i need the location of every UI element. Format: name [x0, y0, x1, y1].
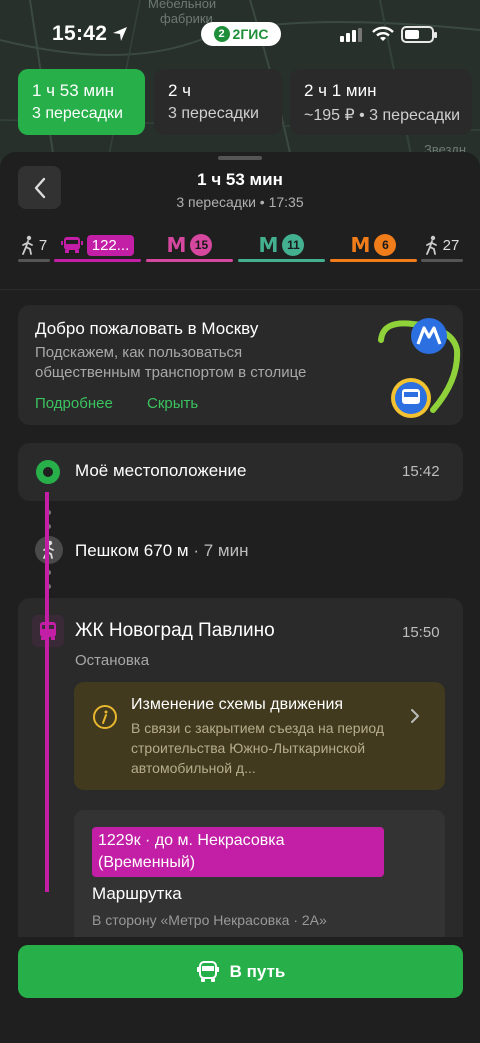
route-vehicle-type: Маршрутка [92, 884, 182, 903]
route-option-2[interactable]: 2 ч 3 пересадки [154, 69, 282, 135]
location-arrow-icon [113, 27, 127, 41]
walk-distance: Пешком 670 м · 7 мин [75, 541, 248, 561]
start-location-label: Моё местоположение [75, 461, 247, 480]
route-option-time: 1 ч 53 мин [32, 81, 114, 100]
chevron-right-icon [411, 709, 419, 723]
current-location-icon [36, 460, 60, 484]
metro-icon: М [350, 233, 371, 257]
walk-duration: · 7 мин [188, 541, 249, 560]
start-location-row[interactable]: Моё местоположение 15:42 [18, 443, 463, 501]
walk-icon [35, 536, 63, 564]
route-option-3[interactable]: 2 ч 1 мин ~195 ₽ • 3 пересадки [290, 69, 472, 135]
wifi-icon [372, 26, 394, 41]
info-icon [93, 705, 117, 729]
welcome-hide-link[interactable]: Скрыть [147, 395, 198, 412]
walk-label: Пешком 670 м [75, 541, 189, 560]
go-button-label: В путь [229, 961, 286, 981]
metro-line-number: 11 [282, 234, 305, 256]
route-option-time: 2 ч [168, 81, 192, 100]
stop-name: ЖК Новоград Павлино [75, 620, 275, 641]
route-line [45, 492, 49, 892]
cellular-signal-icon [340, 28, 362, 42]
leg-metro-15: М 15 [146, 228, 233, 262]
divider [0, 289, 480, 290]
moscow-transport-illustration [378, 318, 461, 418]
route-legs-strip[interactable]: 7 122... М 15 М 11 М 6 27 [0, 228, 480, 264]
leg-walk: 7 [18, 228, 50, 262]
stop-time: 15:50 [402, 624, 440, 641]
status-time: 15:42 [52, 22, 108, 45]
go-button[interactable]: В путь [18, 945, 463, 998]
start-time: 15:42 [402, 463, 440, 480]
status-bar: 15:42 2 2ГИС [0, 0, 480, 64]
bus-icon [196, 960, 219, 982]
welcome-title: Добро пожаловать в Москву [35, 319, 259, 338]
app-pill-label: 2ГИС [232, 26, 269, 42]
leg-metro-11: М 11 [238, 228, 325, 262]
route-card[interactable]: 1229к · до м. Некрасовка (Временный) Мар… [74, 810, 445, 950]
route-details-sheet: 1 ч 53 мин 3 пересадки • 17:35 7 122... [0, 152, 480, 1043]
welcome-text: Подскажем, как пользоваться общественным… [35, 344, 307, 381]
app-pill[interactable]: 2 2ГИС [201, 22, 281, 46]
route-summary-subtitle: 3 пересадки • 17:35 [176, 194, 304, 210]
welcome-more-link[interactable]: Подробнее [35, 395, 113, 412]
route-option-time: 2 ч 1 мин [304, 81, 377, 100]
leg-walk-minutes: 7 [38, 236, 48, 254]
route-number-badge: 1229к · до м. Некрасовка (Временный) [92, 827, 384, 877]
route-direction: В сторону «Метро Некрасовка · 2А» [92, 912, 327, 928]
walk-icon [21, 235, 33, 255]
route-option-details: 3 пересадки [32, 105, 123, 122]
route-change-notice[interactable]: Изменение схемы движения В связи с закры… [74, 682, 445, 790]
leg-bus-route: 122... [86, 234, 135, 256]
metro-icon: М [258, 233, 279, 257]
route-option-details: ~195 ₽ • 3 пересадки [304, 107, 461, 124]
route-duration-title: 1 ч 53 мин [197, 170, 283, 189]
leg-walk: 27 [421, 228, 463, 262]
route-option-details: 3 пересадки [168, 105, 259, 122]
metro-line-number: 15 [190, 234, 213, 256]
battery-icon [401, 26, 437, 43]
sheet-drag-handle[interactable] [218, 156, 262, 160]
leg-walk-minutes: 27 [442, 236, 460, 254]
notice-title: Изменение схемы движения [131, 696, 344, 713]
app-logo-icon: 2 [213, 26, 230, 42]
walk-icon [425, 235, 437, 255]
leg-bus: 122... [54, 228, 141, 262]
metro-line-number: 6 [374, 234, 397, 256]
minibus-icon [60, 237, 83, 253]
stop-type: Остановка [75, 652, 150, 669]
leg-metro-6: М 6 [330, 228, 417, 262]
metro-icon: М [166, 233, 187, 257]
welcome-card: Добро пожаловать в Москву Подскажем, как… [18, 305, 463, 425]
notice-text: В связи с закрытием съезда на период стр… [131, 720, 385, 776]
route-option-1[interactable]: 1 ч 53 мин 3 пересадки [18, 69, 145, 135]
